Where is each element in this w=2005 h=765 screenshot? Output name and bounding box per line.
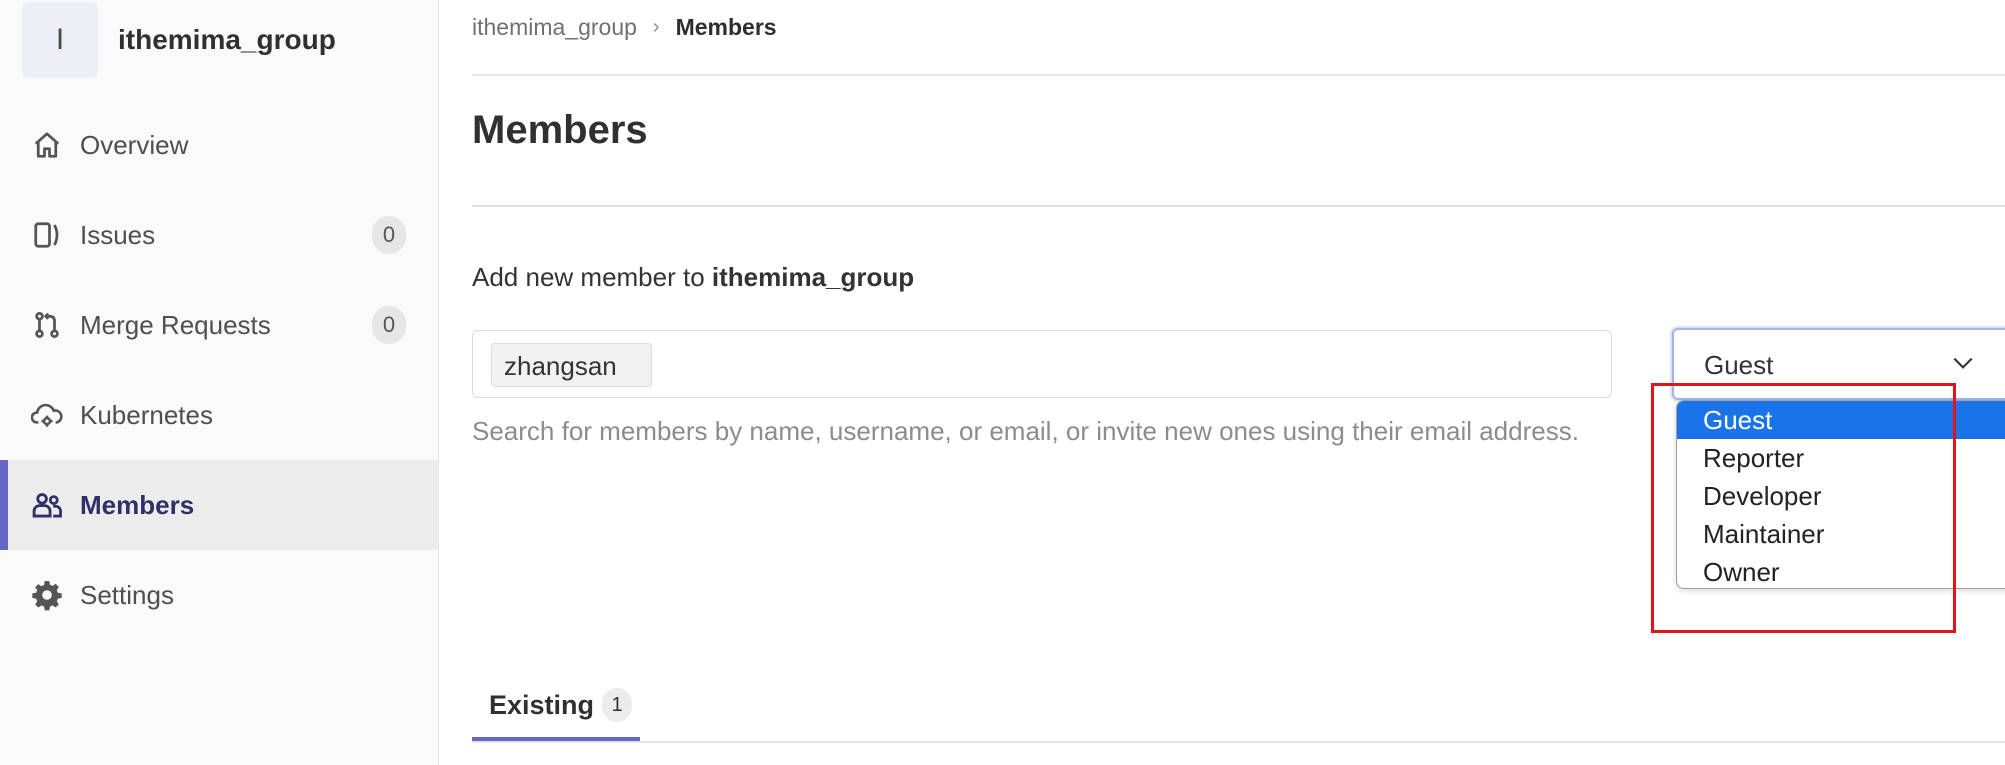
breadcrumb: ithemima_group › Members [472, 14, 777, 41]
role-option-reporter[interactable]: Reporter [1677, 439, 2005, 477]
sidebar-item-label: Overview [80, 129, 189, 160]
users-icon [30, 488, 64, 522]
sidebar: I ithemima_group Overview Issues 0 Merge… [0, 0, 439, 765]
role-dropdown-list: Guest Reporter Developer Maintainer Owne… [1676, 400, 2005, 589]
divider [472, 205, 2005, 207]
role-option-maintainer[interactable]: Maintainer [1677, 515, 2005, 553]
role-option-guest[interactable]: Guest [1677, 401, 2005, 439]
member-search-help-text: Search for members by name, username, or… [472, 416, 1579, 446]
sidebar-item-kubernetes[interactable]: Kubernetes [0, 370, 438, 460]
breadcrumb-current[interactable]: Members [676, 14, 777, 41]
role-option-owner[interactable]: Owner [1677, 553, 2005, 588]
issues-count-badge: 0 [372, 216, 406, 254]
sidebar-item-label: Merge Requests [80, 309, 271, 340]
add-member-heading: Add new member to ithemima_group [472, 262, 914, 293]
sidebar-item-merge-requests[interactable]: Merge Requests 0 [0, 280, 438, 370]
chevron-right-icon: › [652, 16, 660, 38]
role-option-developer[interactable]: Developer [1677, 477, 2005, 515]
merge-request-icon [30, 308, 64, 342]
add-member-heading-prefix: Add new member to [472, 262, 712, 292]
group-name[interactable]: ithemima_group [118, 24, 336, 56]
sidebar-item-label: Members [80, 489, 195, 520]
group-avatar: I [22, 2, 98, 78]
selected-user-token[interactable]: zhangsan [491, 343, 652, 387]
tabs-divider [472, 741, 2005, 743]
sidebar-item-settings[interactable]: Settings [0, 550, 438, 640]
merge-requests-count-badge: 0 [372, 306, 406, 344]
issues-icon [30, 218, 64, 252]
tab-existing-count-badge: 1 [602, 688, 633, 722]
sidebar-item-overview[interactable]: Overview [0, 100, 438, 190]
sidebar-item-label: Kubernetes [80, 399, 213, 430]
role-select[interactable]: Guest [1672, 328, 2005, 400]
tab-existing[interactable]: Existing 1 [472, 670, 640, 740]
breadcrumb-parent-link[interactable]: ithemima_group [472, 14, 637, 41]
tab-existing-label: Existing [489, 689, 595, 720]
page-title: Members [472, 108, 648, 152]
home-icon [30, 128, 64, 162]
sidebar-item-label: Settings [80, 579, 174, 610]
gear-icon [30, 578, 64, 612]
sidebar-item-members[interactable]: Members [0, 460, 438, 550]
sidebar-item-issues[interactable]: Issues 0 [0, 190, 438, 280]
group-header[interactable]: I ithemima_group [22, 2, 336, 78]
member-search-input[interactable]: zhangsan [472, 330, 1612, 398]
divider [472, 74, 2005, 76]
chevron-down-icon [1950, 350, 1976, 376]
cloud-gear-icon [30, 398, 64, 432]
add-member-heading-group: ithemima_group [711, 262, 915, 292]
sidebar-item-label: Issues [80, 219, 156, 250]
role-select-value: Guest [1704, 350, 1774, 380]
